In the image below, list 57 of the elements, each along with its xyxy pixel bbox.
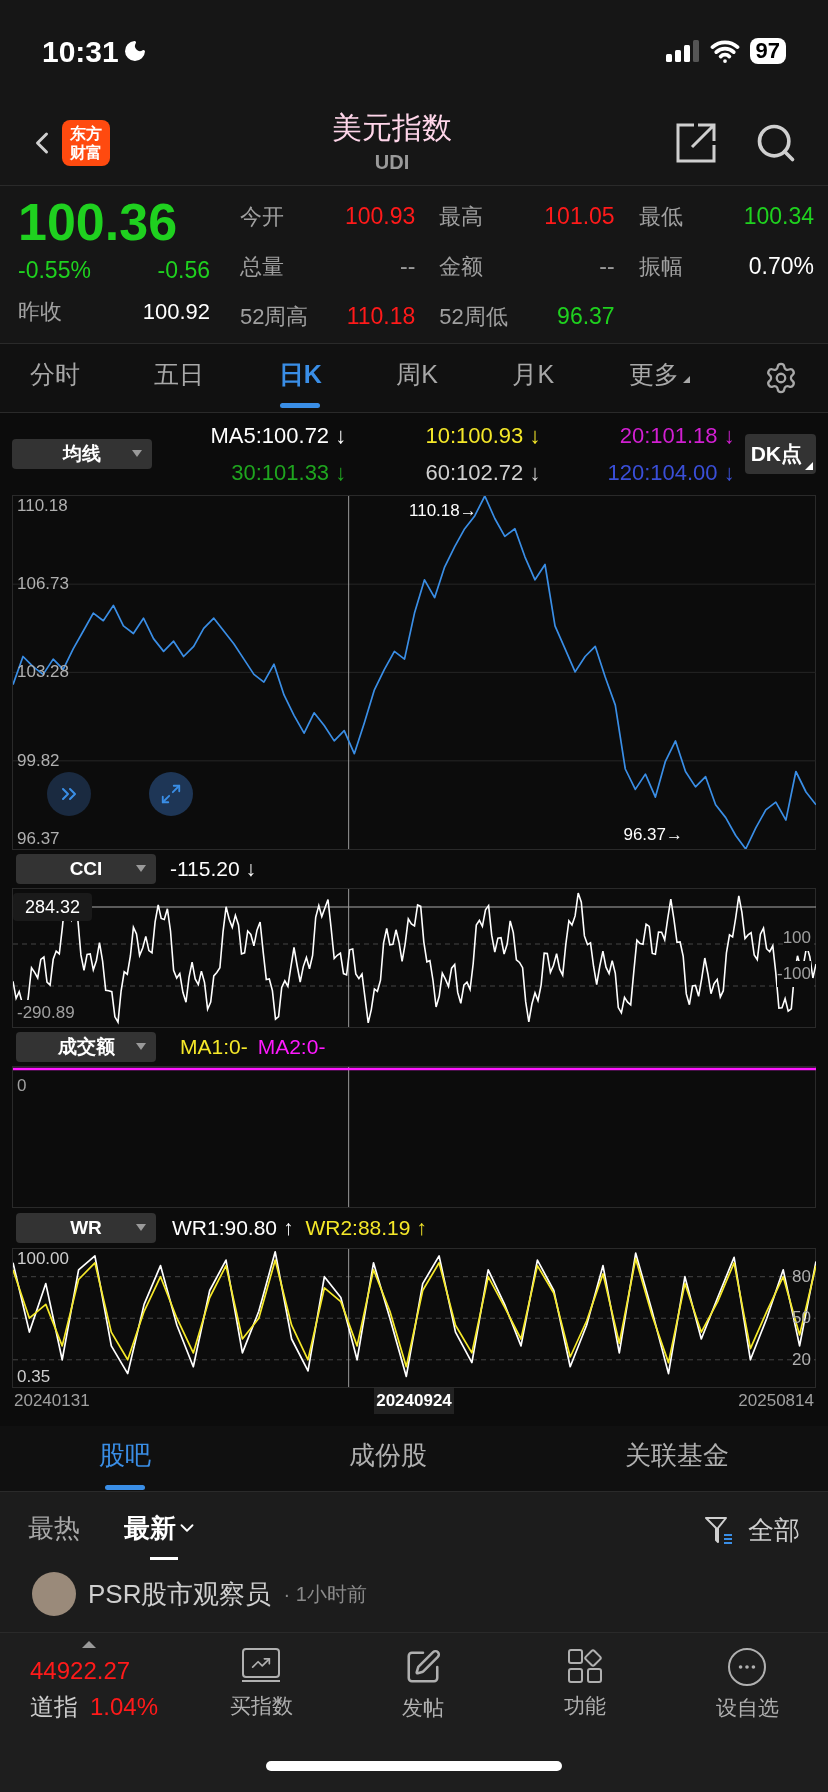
axis-label: 0 [17, 1075, 27, 1097]
stat-label: 振幅 [638, 252, 683, 281]
max-label: 100.00 [17, 1249, 69, 1269]
index-value: 44922.27 [30, 1656, 132, 1686]
page-title: 美元指数 [332, 109, 452, 146]
change-percent: -0.55% [18, 256, 91, 285]
ticker-code: UDI [374, 149, 410, 175]
post-time: · 1小时前 [283, 1582, 367, 1607]
axis-label: 106.73 [17, 574, 69, 595]
indicator-value: MA2:0- [257, 1034, 326, 1061]
moving-average-value: 10:100.93 ↓ [424, 422, 541, 450]
stat-value: 0.70% [748, 252, 814, 282]
stat-value: 96.37 [557, 302, 615, 332]
moving-average-value: 120:104.00 ↓ [606, 459, 735, 487]
axis-label: 20 [792, 1349, 811, 1370]
date-label: 20250814 [737, 1390, 815, 1413]
stat-value: 110.18 [346, 302, 416, 332]
stat-value: -- [599, 252, 615, 282]
stat-label: 昨收 [18, 298, 62, 326]
change-amount: -0.56 [157, 256, 210, 285]
stat-label: 52周低 [439, 303, 508, 332]
axis-label: -100 [776, 961, 811, 987]
stat-label: 今开 [240, 202, 284, 231]
axis-label: 80 [792, 1266, 811, 1287]
max-label: 284.32 [13, 893, 93, 921]
indicator-value: MA1:0- [180, 1034, 248, 1061]
date-label: 20240131 [13, 1390, 91, 1413]
stat-label: 金额 [439, 252, 484, 281]
stat-value: 101.05 [544, 201, 615, 231]
status-time: 10:31 [42, 33, 119, 70]
date-label: 20240924 [374, 1388, 454, 1414]
indicator-value: WR2:88.19 ↑ [305, 1215, 427, 1242]
app-logo: 东方 财富 [62, 119, 110, 166]
index-change: 1.04% [90, 1692, 159, 1722]
axis-label: 96.37 [17, 829, 60, 849]
axis-label: 99.82 [17, 750, 60, 771]
axis-label: 103.28 [17, 662, 69, 683]
index-name: 道指 [30, 1692, 78, 1722]
battery-indicator: 97 [749, 38, 786, 64]
high-marker: 110.18→ [409, 500, 477, 522]
indicator-value: WR1:90.80 ↑ [172, 1215, 294, 1242]
stat-value: 100.93 [344, 201, 416, 231]
indicator-value: -115.20 ↓ [170, 856, 256, 883]
stat-label: 52周高 [240, 303, 309, 332]
stat-label: 最高 [439, 202, 484, 231]
moving-average-value: 60:102.72 ↓ [424, 459, 541, 487]
stat-label: 最低 [638, 202, 683, 231]
stat-value: -- [400, 252, 416, 282]
axis-label: 110.18 [17, 496, 68, 516]
moving-average-value: 20:101.18 ↓ [618, 422, 735, 450]
stat-label: 总量 [240, 252, 284, 281]
moving-average-value: 30:101.33 ↓ [230, 459, 347, 487]
moving-average-value: MA5:100.72 ↓ [209, 422, 347, 450]
min-label: 0.35 [17, 1367, 51, 1387]
stat-value: 100.92 [142, 298, 210, 326]
last-price: 100.36 [18, 192, 179, 252]
stat-value: 100.34 [743, 201, 814, 231]
